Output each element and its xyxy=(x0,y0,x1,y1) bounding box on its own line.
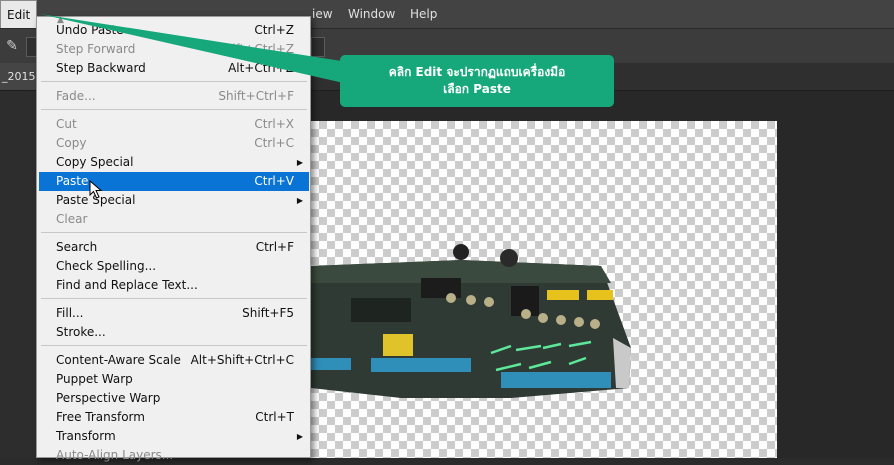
mouse-cursor-icon xyxy=(89,180,103,199)
menu-separator xyxy=(41,109,307,110)
menu-item-content-aware-scale[interactable]: Content-Aware Scale Alt+Shift+Ctrl+C xyxy=(39,351,309,370)
menu-item-auto-align-layers[interactable]: Auto-Align Layers... xyxy=(39,446,309,465)
menu-item-free-transform[interactable]: Free Transform Ctrl+T xyxy=(39,408,309,427)
menu-item-puppet-warp[interactable]: Puppet Warp xyxy=(39,370,309,389)
menu-item-fill[interactable]: Fill... Shift+F5 xyxy=(39,304,309,323)
menu-item-search[interactable]: Search Ctrl+F xyxy=(39,238,309,257)
options-field[interactable] xyxy=(311,37,325,57)
menu-window[interactable]: Window xyxy=(342,0,401,28)
menu-item-check-spelling[interactable]: Check Spelling... xyxy=(39,257,309,276)
menu-edit[interactable]: Edit xyxy=(0,0,38,29)
menu-separator xyxy=(41,298,307,299)
submenu-arrow-icon: ▶ xyxy=(296,432,303,441)
menu-item-step-backward[interactable]: Step Backward Alt+Ctrl+Z xyxy=(39,59,309,78)
menu-item-fade[interactable]: Fade... Shift+Ctrl+F xyxy=(39,87,309,106)
menu-item-step-forward[interactable]: Step Forward Shift+Ctrl+Z xyxy=(39,40,309,59)
submenu-arrow-icon: ▶ xyxy=(296,196,303,205)
menu-item-paste-special[interactable]: Paste Special ▶ xyxy=(39,191,309,210)
menu-separator xyxy=(41,345,307,346)
circuit-board-image xyxy=(311,244,631,398)
menu-item-cut[interactable]: Cut Ctrl+X xyxy=(39,115,309,134)
menu-item-clear[interactable]: Clear xyxy=(39,210,309,229)
edit-dropdown-menu: ▲ Undo Paste Ctrl+Z Step Forward Shift+C… xyxy=(36,15,311,462)
submenu-arrow-icon: ▶ xyxy=(296,158,303,167)
menu-item-stroke[interactable]: Stroke... xyxy=(39,323,309,342)
menu-item-copy[interactable]: Copy Ctrl+C xyxy=(39,134,309,153)
menu-item-paste[interactable]: Paste Ctrl+V xyxy=(39,172,309,191)
menu-item-perspective-warp[interactable]: Perspective Warp xyxy=(39,389,309,408)
menu-help[interactable]: Help xyxy=(404,0,443,28)
menu-separator xyxy=(41,81,307,82)
callout-line-1: คลิก Edit จะปรากฏแถบเครื่องมือ xyxy=(388,65,566,79)
brush-tool-icon[interactable]: ✎ xyxy=(3,37,21,55)
annotation-callout: คลิก Edit จะปรากฏแถบเครื่องมือ เลือก Pas… xyxy=(340,55,614,107)
menu-item-find-replace[interactable]: Find and Replace Text... xyxy=(39,276,309,295)
callout-line-2: เลือก Paste xyxy=(443,82,511,96)
menu-item-copy-special[interactable]: Copy Special ▶ xyxy=(39,153,309,172)
menu-separator xyxy=(41,232,307,233)
left-panel xyxy=(0,91,36,458)
menu-item-transform[interactable]: Transform ▶ xyxy=(39,427,309,446)
menu-item-undo-paste[interactable]: Undo Paste Ctrl+Z xyxy=(39,21,309,40)
